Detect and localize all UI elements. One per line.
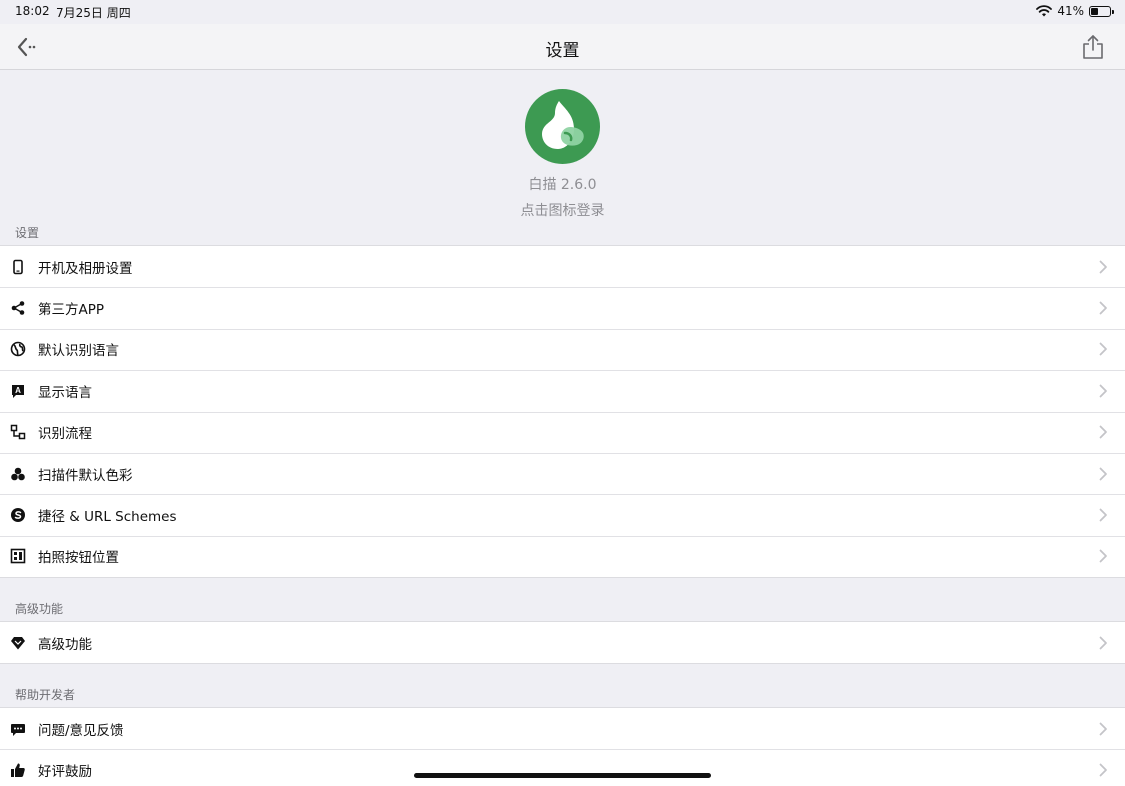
app-logo[interactable] <box>525 89 600 164</box>
row-label: 扫描件默认色彩 <box>38 467 133 484</box>
feedback-icon <box>11 723 25 736</box>
row-default-recognition-language[interactable]: 默认识别语言 <box>0 328 1125 370</box>
row-label: 高级功能 <box>38 636 92 653</box>
svg-text:A: A <box>15 386 21 395</box>
settings-page: 18:02 7月25日 周四 41% 设置 白描 2.6.0 点击图标登录 设置… <box>0 0 1125 786</box>
diamond-icon <box>11 636 25 650</box>
status-date: 7月25日 周四 <box>56 6 131 20</box>
home-indicator[interactable] <box>414 773 711 778</box>
login-hint[interactable]: 点击图标登录 <box>0 200 1125 220</box>
chevron-right-icon <box>1099 343 1107 356</box>
row-shortcuts-url-schemes[interactable]: 捷径 & URL Schemes <box>0 494 1125 535</box>
navigation-bar: 设置 <box>0 24 1125 70</box>
chevron-right-icon <box>1099 260 1107 274</box>
shortcut-icon <box>11 508 25 523</box>
chevron-right-icon <box>1099 763 1107 777</box>
phone-icon <box>13 259 23 274</box>
chevron-right-icon <box>1099 550 1107 563</box>
row-camera-button-position[interactable]: 拍照按钮位置 <box>0 535 1125 577</box>
app-header: 白描 2.6.0 点击图标登录 <box>0 70 1125 220</box>
battery-percent: 41% <box>1057 4 1084 18</box>
chevron-right-icon <box>1099 508 1107 522</box>
chevron-right-icon <box>1099 636 1107 650</box>
section-label-advanced: 高级功能 <box>15 602 64 616</box>
language-icon: A <box>12 384 24 398</box>
section-label-settings: 设置 <box>15 226 40 240</box>
share-icon <box>11 301 25 315</box>
chevron-right-icon <box>1099 384 1107 398</box>
row-label: 拍照按钮位置 <box>38 550 119 567</box>
row-label: 第三方APP <box>38 302 105 319</box>
row-label: 显示语言 <box>38 384 92 401</box>
row-label: 捷径 & URL Schemes <box>38 509 177 526</box>
advanced-group: 高级功能 <box>0 621 1125 665</box>
row-third-party-app[interactable]: 第三方APP <box>0 287 1125 328</box>
status-time: 18:02 <box>15 4 50 18</box>
app-version: 白描 2.6.0 <box>528 177 597 193</box>
status-bar: 18:02 7月25日 周四 41% <box>0 0 1125 24</box>
layout-icon <box>10 549 26 564</box>
color-icon <box>11 467 25 480</box>
row-feedback[interactable]: 问题/意见反馈 <box>0 708 1125 749</box>
status-indicators: 41% <box>1036 4 1114 18</box>
globe-icon <box>10 342 26 357</box>
battery-icon <box>1089 6 1114 17</box>
chevron-right-icon <box>1099 425 1107 439</box>
section-label-help: 帮助开发者 <box>15 688 76 702</box>
thumbs-up-icon <box>11 763 25 778</box>
row-label: 识别流程 <box>38 426 92 443</box>
row-display-language[interactable]: A 显示语言 <box>0 370 1125 411</box>
row-label: 问题/意见反馈 <box>38 722 124 739</box>
row-label: 好评鼓励 <box>38 764 92 781</box>
chevron-right-icon <box>1099 467 1107 481</box>
chevron-right-icon <box>1099 301 1107 315</box>
row-startup-album[interactable]: 开机及相册设置 <box>0 246 1125 287</box>
flow-icon <box>10 425 26 440</box>
page-title: 设置 <box>545 41 580 61</box>
row-rate-encourage[interactable]: 好评鼓励 <box>0 749 1125 786</box>
share-icon[interactable] <box>1081 34 1105 60</box>
chevron-right-icon <box>1099 722 1107 736</box>
wifi-icon <box>1036 5 1053 17</box>
settings-group: 开机及相册设置 第三方APP 默认识别语言 A 显示语言 识别流程 扫描件默认色… <box>0 245 1125 579</box>
row-advanced-features[interactable]: 高级功能 <box>0 622 1125 663</box>
row-recognition-flow[interactable]: 识别流程 <box>0 411 1125 453</box>
row-scan-default-color[interactable]: 扫描件默认色彩 <box>0 452 1125 494</box>
row-label: 默认识别语言 <box>38 343 119 360</box>
row-label: 开机及相册设置 <box>38 260 133 277</box>
